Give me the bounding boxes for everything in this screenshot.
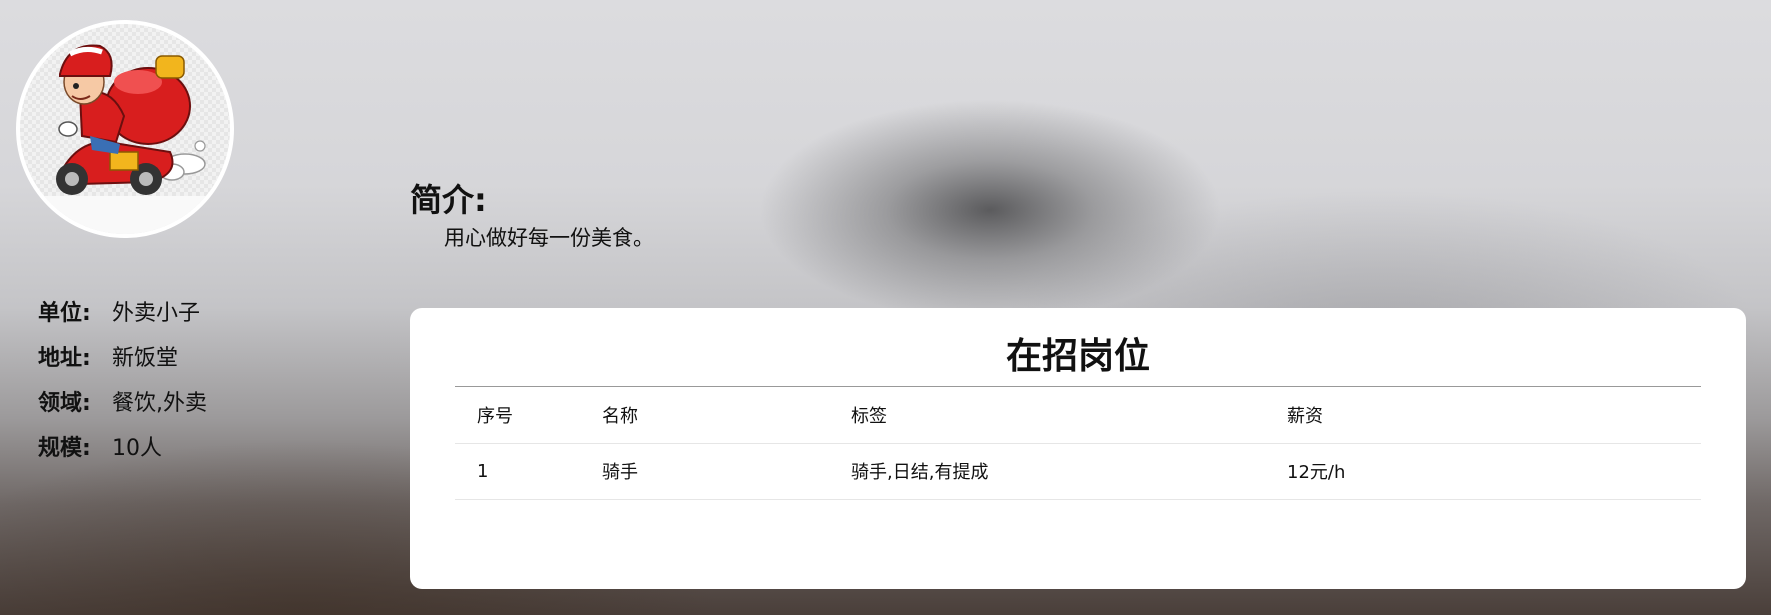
jobs-table-header: 序号 名称 标签 薪资 [455, 387, 1701, 444]
company-avatar [16, 20, 234, 238]
info-label-scale: 规模: [38, 435, 91, 461]
company-sidebar: 单位: 外卖小子 地址: 新饭堂 领域: 餐饮,外卖 规模: 10人 [0, 0, 260, 615]
job-salary-cell: 12元/h [1265, 443, 1701, 500]
column-header-salary: 薪资 [1265, 387, 1701, 444]
table-row[interactable]: 1 骑手 骑手,日结,有提成 12元/h [455, 443, 1701, 500]
info-row-unit: 单位: 外卖小子 [38, 288, 207, 333]
info-row-address: 地址: 新饭堂 [38, 333, 207, 378]
intro-title: 简介: [410, 181, 487, 219]
delivery-rider-logo [20, 24, 230, 234]
column-header-index: 序号 [455, 387, 580, 444]
column-header-tags: 标签 [829, 387, 1265, 444]
info-value-field: 餐饮,外卖 [112, 390, 207, 416]
intro-section: 简介: 用心做好每一份美食。 [410, 180, 654, 252]
column-header-name: 名称 [580, 387, 829, 444]
info-row-scale: 规模: 10人 [38, 423, 207, 468]
info-label-field: 领域: [38, 390, 91, 416]
jobs-card: 在招岗位 序号 名称 标签 薪资 1 骑手 骑手,日结,有提成 12元/h [410, 308, 1746, 589]
info-label-address: 地址: [38, 345, 91, 371]
company-info-list: 单位: 外卖小子 地址: 新饭堂 领域: 餐饮,外卖 规模: 10人 [38, 288, 207, 468]
jobs-table: 序号 名称 标签 薪资 1 骑手 骑手,日结,有提成 12元/h [455, 387, 1701, 500]
intro-text: 用心做好每一份美食。 [444, 226, 654, 250]
info-value-address: 新饭堂 [112, 345, 179, 371]
info-label-unit: 单位: [38, 300, 91, 326]
jobs-title: 在招岗位 [455, 308, 1701, 387]
job-index-cell: 1 [455, 443, 580, 500]
info-value-unit: 外卖小子 [112, 300, 201, 326]
job-name-cell: 骑手 [580, 443, 829, 500]
info-row-field: 领域: 餐饮,外卖 [38, 378, 207, 423]
info-value-scale: 10人 [112, 435, 162, 461]
job-tags-cell: 骑手,日结,有提成 [829, 443, 1265, 500]
